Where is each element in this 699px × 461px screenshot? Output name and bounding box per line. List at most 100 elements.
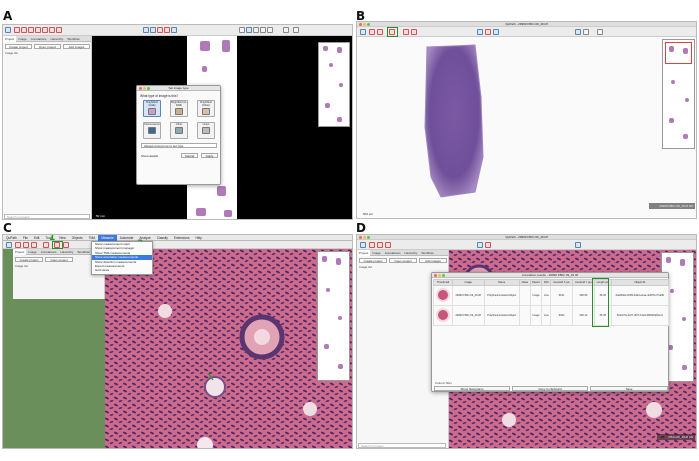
overview-icon[interactable] [575,242,581,248]
rectangle-tool-icon[interactable] [369,242,375,248]
cancel-button[interactable]: Cancel [181,153,198,158]
image-viewer[interactable] [105,249,352,448]
move-tool-icon[interactable] [360,29,366,35]
move-tool-icon[interactable] [360,242,366,248]
save-button[interactable]: Save [590,386,668,391]
close-icon[interactable] [434,274,437,277]
close-icon[interactable] [359,23,362,26]
minimize-icon[interactable] [143,87,146,90]
fill-annotations-icon[interactable] [164,27,170,33]
tab-hierarchy[interactable]: Hierarchy [403,250,420,256]
tab-workflow[interactable]: Workflow [419,250,435,256]
ellipse-tool-icon[interactable] [21,27,27,33]
image-viewer[interactable]: 29999 FB0n 09_49.tif 0/0 500 µm [357,37,696,218]
apply-button[interactable]: Apply [201,153,218,158]
create-project-button[interactable]: Create project [5,44,32,49]
table-row[interactable]: 29999 FB0n 09_49.tiff PolylineAnnotation… [433,305,670,326]
line-tool-icon[interactable] [385,242,391,248]
show-detections-icon[interactable] [493,29,499,35]
table-row[interactable]: 29999 FB0n 09_49.tiff PolylineAnnotation… [433,285,670,306]
zoom-fit-icon[interactable] [477,242,483,248]
tab-workflow[interactable]: Workflow [65,36,81,42]
copy-to-clipboard-button[interactable]: Copy to clipboard [512,386,588,391]
zoom-fit-icon[interactable] [150,27,156,33]
show-detections-icon[interactable] [171,27,177,33]
polygon-tool-icon[interactable] [403,29,409,35]
tab-image[interactable]: Image [370,250,382,256]
show-details-checkbox[interactable]: Show details [141,154,158,158]
brush-tool-icon[interactable] [63,242,69,248]
minimize-icon[interactable] [438,274,441,277]
add-images-button[interactable]: Add images [419,258,447,263]
maximize-icon[interactable] [367,23,370,26]
open-project-button[interactable]: Open project [34,44,61,49]
polyline-tool-icon[interactable] [42,27,48,33]
type-brightfield-hdab[interactable]: Brightfield (H-DAB) [170,100,188,117]
ellipse-tool-icon[interactable] [377,29,383,35]
tab-annotations[interactable]: Annotations [39,249,59,255]
show-annotations-icon[interactable] [485,242,491,248]
type-unset[interactable]: Unset [197,122,215,139]
tab-project[interactable]: Project [13,249,27,255]
log-icon[interactable] [283,27,289,33]
maximize-icon[interactable] [367,236,370,239]
location-icon[interactable] [253,27,259,33]
prompt-dropdown[interactable]: Always prompt me to set type [141,143,217,148]
ellipse-tool-icon[interactable] [23,242,29,248]
type-other[interactable]: Other [170,122,188,139]
grid-icon[interactable] [267,27,273,33]
overview-thumbnail[interactable] [662,39,695,149]
close-icon[interactable] [359,236,362,239]
log-icon[interactable] [597,29,603,35]
line-tool-icon[interactable] [31,242,37,248]
maximize-icon[interactable] [442,274,445,277]
line-tool-icon[interactable] [28,27,34,33]
tab-annotations[interactable]: Annotations [29,36,49,42]
tab-hierarchy[interactable]: Hierarchy [49,36,66,42]
tab-image[interactable]: Image [16,36,28,42]
move-tool-icon[interactable] [6,242,12,248]
open-project-button[interactable]: Open project [45,257,73,262]
wand-tool-icon[interactable] [56,27,62,33]
rectangle-tool-icon[interactable] [15,242,21,248]
grid-icon[interactable] [583,29,589,35]
menu-item-grid-views[interactable]: Grid views [92,268,152,272]
search-input[interactable]: Search in project [358,443,446,448]
image-viewer[interactable]: 50 mm [92,36,352,219]
move-tool-icon[interactable] [5,27,11,33]
type-brightfield-other[interactable]: Brightfield (Other) [197,100,215,117]
polygon-tool-icon[interactable] [35,27,41,33]
show-annotations-icon[interactable] [157,27,163,33]
close-icon[interactable] [139,87,142,90]
open-project-button[interactable]: Open project [389,258,417,263]
create-project-button[interactable]: Create project [359,258,387,263]
tab-image[interactable]: Image [26,249,38,255]
tab-annotations[interactable]: Annotations [383,250,403,256]
rectangle-tool-icon[interactable] [14,27,20,33]
minimize-icon[interactable] [363,23,366,26]
show-histograms-button[interactable]: Show histograms [434,386,510,391]
zoom-fit-icon[interactable] [477,29,483,35]
script-icon[interactable] [293,27,299,33]
brightness-contrast-icon[interactable] [143,27,149,33]
rectangle-tool-icon[interactable] [369,29,375,35]
overview-icon[interactable] [246,27,252,33]
add-images-button[interactable]: Add images [63,44,90,49]
overview-thumbnail[interactable] [317,251,350,381]
overview-thumbnail[interactable] [318,42,350,127]
tab-project[interactable]: Project [357,250,371,256]
ellipse-tool-icon[interactable] [377,242,383,248]
search-input[interactable]: Search in project [4,214,90,219]
maximize-icon[interactable] [147,87,150,90]
brush-tool-icon[interactable] [49,27,55,33]
opacity-slider-icon[interactable] [239,27,245,33]
overview-icon[interactable] [575,29,581,35]
scalebar-icon[interactable] [260,27,266,33]
tab-hierarchy[interactable]: Hierarchy [59,249,76,255]
type-brightfield-he[interactable]: Brightfield (H&E) [143,100,161,117]
create-project-button[interactable]: Create project [15,257,43,262]
type-fluorescence[interactable]: Fluorescence [143,122,161,139]
brush-tool-icon[interactable] [411,29,417,35]
show-annotations-icon[interactable] [485,29,491,35]
tab-project[interactable]: Project [3,36,17,42]
